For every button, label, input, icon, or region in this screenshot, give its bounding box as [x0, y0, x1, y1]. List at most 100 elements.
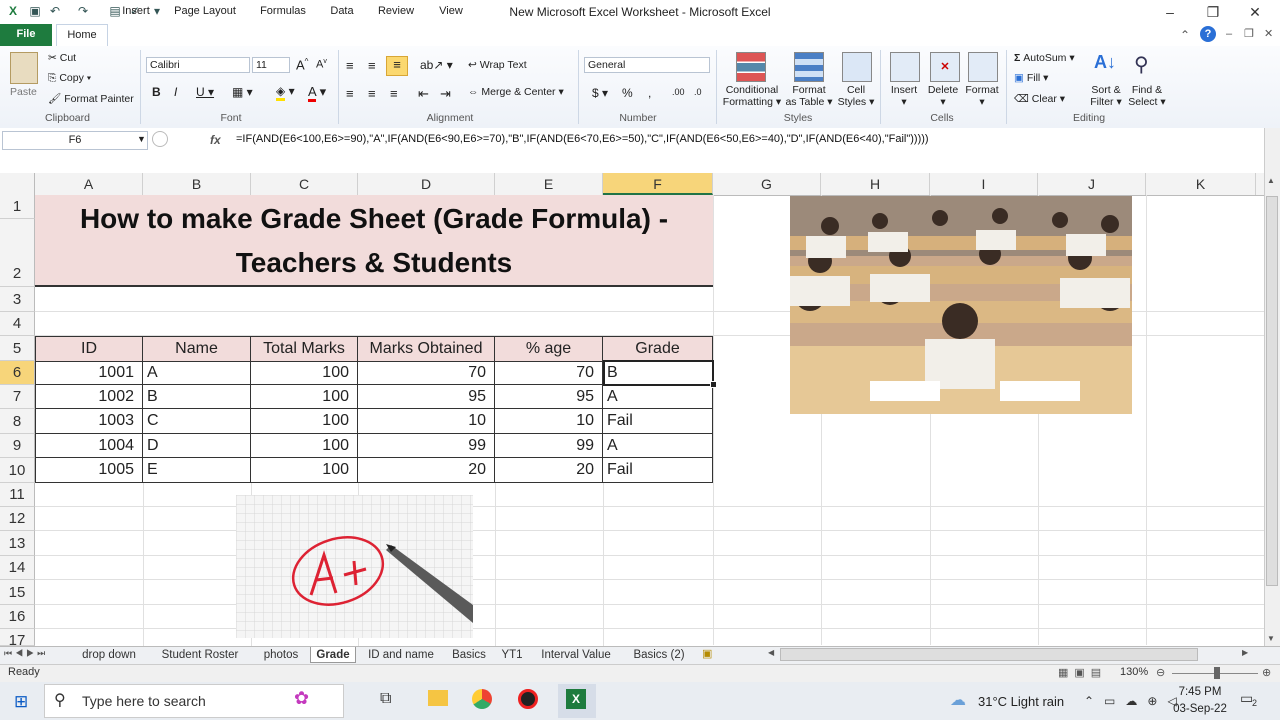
cut-button[interactable]: ✂ Cut	[48, 52, 76, 64]
tab-page-layout[interactable]: Page Layout	[168, 3, 242, 22]
row-header-17[interactable]: 17	[0, 629, 35, 646]
row-header-14[interactable]: 14	[0, 556, 35, 580]
row-header-1[interactable]: 1	[0, 195, 35, 219]
cell-styles-button[interactable]: Cell Styles ▾	[834, 84, 878, 108]
name-box[interactable]: F6	[2, 131, 148, 150]
row-header-8[interactable]: 8	[0, 409, 35, 434]
cell-total-marks[interactable]: 100	[251, 458, 358, 483]
clock-date[interactable]: 03-Sep-22	[1170, 703, 1230, 715]
minimize-icon[interactable]: –	[1155, 2, 1185, 22]
vertical-scroll-thumb[interactable]	[1266, 196, 1278, 586]
cell-id[interactable]: 1003	[36, 409, 143, 434]
maximize-icon[interactable]: ❐	[1198, 2, 1228, 22]
conditional-formatting-button[interactable]: Conditional Formatting ▾	[718, 84, 786, 108]
format-cells-icon[interactable]	[968, 52, 998, 82]
help-icon[interactable]: ?	[1200, 26, 1216, 42]
formula-input[interactable]: =IF(AND(E6<100,E6>=90),"A",IF(AND(E6<90,…	[236, 133, 929, 145]
cell-id[interactable]: 1001	[36, 361, 143, 385]
workbook-restore-icon[interactable]: ❐	[1244, 27, 1254, 40]
cell-name[interactable]: A	[143, 361, 251, 385]
cell-percentage[interactable]: 99	[495, 434, 603, 458]
conditional-formatting-icon[interactable]	[736, 52, 766, 82]
currency-icon[interactable]: $ ▾	[592, 86, 608, 100]
row-header-9[interactable]: 9	[0, 434, 35, 458]
font-name-combo[interactable]: Calibri	[146, 57, 250, 73]
tab-file[interactable]: File	[0, 24, 52, 46]
record-icon[interactable]	[518, 689, 538, 709]
cell-percentage[interactable]: 70	[495, 361, 603, 385]
sheet-nav-icons[interactable]: ⏮◀▶⏭	[4, 648, 48, 659]
column-header-h[interactable]: H	[821, 173, 930, 195]
column-header-a[interactable]: A	[35, 173, 143, 195]
align-middle-icon[interactable]: ≡	[368, 58, 376, 73]
column-header-j[interactable]: J	[1038, 173, 1146, 195]
shrink-font-icon[interactable]: Av	[316, 58, 327, 71]
cell-grade[interactable]: Fail	[603, 458, 713, 483]
align-bottom-icon[interactable]: ≡	[386, 56, 408, 76]
cell-marks-obtained[interactable]: 99	[358, 434, 495, 458]
align-top-icon[interactable]: ≡	[346, 58, 354, 73]
scroll-left-icon[interactable]: ◀	[768, 648, 774, 657]
font-color-icon[interactable]: A ▾	[308, 84, 326, 102]
exam-hall-photo[interactable]	[790, 196, 1132, 414]
row-header-4[interactable]: 4	[0, 312, 35, 336]
formula-bar-button[interactable]	[152, 131, 168, 147]
italic-icon[interactable]: I	[174, 85, 177, 99]
row-header-15[interactable]: 15	[0, 580, 35, 605]
paste-icon[interactable]	[10, 52, 38, 84]
cell-percentage[interactable]: 20	[495, 458, 603, 483]
column-header-e[interactable]: E	[495, 173, 603, 195]
cell-name[interactable]: B	[143, 385, 251, 409]
copy-button[interactable]: ⎘ Copy ▾	[48, 72, 91, 85]
number-format-combo[interactable]: General	[584, 57, 710, 73]
grow-font-icon[interactable]: A^	[296, 57, 308, 72]
column-header-k[interactable]: K	[1146, 173, 1256, 195]
chrome-icon[interactable]	[472, 689, 492, 709]
delete-cells-icon[interactable]: ✕	[930, 52, 960, 82]
column-header-f[interactable]: F	[603, 173, 713, 195]
align-center-icon[interactable]: ≡	[368, 86, 376, 101]
task-view-icon[interactable]: ⧉	[380, 690, 391, 708]
header-marks-obtained[interactable]: Marks Obtained	[358, 337, 495, 362]
format-as-table-button[interactable]: Format as Table ▾	[784, 84, 834, 108]
align-right-icon[interactable]: ≡	[390, 86, 398, 101]
merge-center-button[interactable]: ⇔ Merge & Center ▾	[468, 86, 564, 98]
sort-filter-button[interactable]: Sort & Filter ▾	[1086, 84, 1126, 108]
column-header-g[interactable]: G	[713, 173, 821, 195]
decrease-indent-icon[interactable]: ⇤	[418, 86, 429, 102]
sheet-tab-interval-value[interactable]: Interval Value	[534, 647, 618, 663]
zoom-level[interactable]: 130%	[1120, 666, 1148, 678]
find-select-button[interactable]: Find & Select ▾	[1126, 84, 1168, 108]
cell-percentage[interactable]: 10	[495, 409, 603, 434]
comma-icon[interactable]: ,	[648, 86, 651, 100]
header-grade[interactable]: Grade	[603, 337, 713, 362]
tab-view[interactable]: View	[432, 3, 470, 22]
cell-percentage[interactable]: 95	[495, 385, 603, 409]
row-header-5[interactable]: 5	[0, 336, 35, 361]
row-header-3[interactable]: 3	[0, 287, 35, 312]
cell-id[interactable]: 1002	[36, 385, 143, 409]
cell-marks-obtained[interactable]: 20	[358, 458, 495, 483]
row-header-2[interactable]: 2	[0, 219, 35, 287]
decrease-decimal-icon[interactable]: .0	[694, 87, 702, 97]
scroll-right-icon[interactable]: ▶	[1242, 648, 1248, 657]
view-mode-icons[interactable]: ▦▣▤	[1058, 666, 1107, 679]
column-header-d[interactable]: D	[358, 173, 495, 195]
insert-function-icon[interactable]: fx	[210, 133, 221, 147]
sheet-tab-yt1[interactable]: YT1	[496, 647, 528, 663]
cell-total-marks[interactable]: 100	[251, 434, 358, 458]
format-painter-button[interactable]: 🖌 Format Painter	[48, 92, 134, 105]
sheet-tab-id-and-name[interactable]: ID and name	[362, 647, 440, 663]
a-plus-grade-photo[interactable]	[236, 495, 473, 638]
header-id[interactable]: ID	[36, 337, 143, 362]
file-explorer-icon[interactable]	[428, 690, 448, 706]
tab-data[interactable]: Data	[324, 3, 360, 22]
cell-name[interactable]: D	[143, 434, 251, 458]
cell-total-marks[interactable]: 100	[251, 361, 358, 385]
sheet-tab-basics-2[interactable]: Basics (2)	[626, 647, 692, 663]
percent-icon[interactable]: %	[622, 86, 633, 100]
cell-total-marks[interactable]: 100	[251, 385, 358, 409]
align-left-icon[interactable]: ≡	[346, 86, 354, 101]
sheet-tab-grade[interactable]: Grade	[310, 647, 356, 663]
weather-text[interactable]: 31°C Light rain	[978, 694, 1064, 709]
